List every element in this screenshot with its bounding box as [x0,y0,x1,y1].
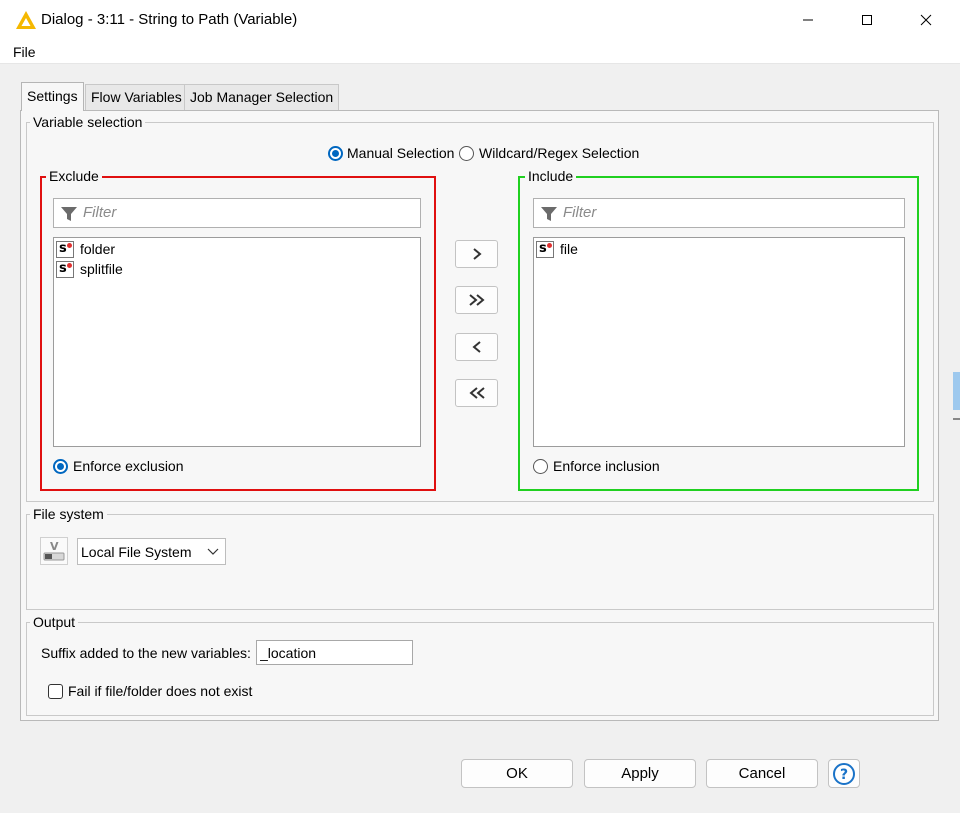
list-item[interactable]: s splitfile [56,259,123,279]
maximize-button[interactable] [838,0,896,40]
filter-icon [61,207,77,221]
apply-button[interactable]: Apply [584,759,696,788]
maximize-icon [862,15,872,25]
ok-button[interactable]: OK [461,759,573,788]
enforce-exclusion-radio[interactable] [53,459,68,474]
tab-job-manager-selection[interactable]: Job Manager Selection [184,84,340,110]
exclude-title: Exclude [46,168,102,184]
add-all-button[interactable] [455,286,498,314]
tab-settings[interactable]: Settings [21,82,84,111]
string-variable-icon: s [536,240,554,258]
flow-variable-icon: V [43,540,65,561]
enforce-inclusion-label[interactable]: Enforce inclusion [553,458,660,474]
flow-variable-button[interactable]: V [40,537,68,565]
chevron-left-icon [471,341,481,353]
fail-if-not-exist-checkbox[interactable] [48,684,63,699]
chevron-right-icon [472,248,482,260]
file-system-title: File system [30,506,107,522]
help-icon: ? [833,762,855,785]
remove-selected-button[interactable] [455,333,498,361]
exclude-filter-input[interactable]: Filter [53,198,421,228]
help-button[interactable]: ? [828,759,860,788]
add-selected-button[interactable] [455,240,498,268]
include-filter-placeholder: Filter [563,204,597,221]
exclude-filter-placeholder: Filter [83,204,117,221]
file-system-dropdown[interactable]: Local File System [77,538,226,565]
list-item-label: splitfile [80,261,123,277]
list-item-label: file [560,241,578,257]
output-title: Output [30,614,79,630]
suffix-label: Suffix added to the new variables: [41,645,251,661]
knime-warning-triangle-icon [15,10,37,30]
include-title: Include [525,168,577,184]
suffix-input[interactable] [256,640,413,665]
window-title: Dialog - 3:11 - String to Path (Variable… [41,11,298,28]
list-item[interactable]: s file [536,239,578,259]
wildcard-regex-selection-label[interactable]: Wildcard/Regex Selection [479,145,639,161]
string-variable-icon: s [56,240,74,258]
list-item[interactable]: s folder [56,239,115,259]
menu-bar [0,40,960,64]
enforce-inclusion-radio[interactable] [533,459,548,474]
exclude-list[interactable]: s folder s splitfile [53,237,421,447]
background-window-edge [953,372,960,410]
close-icon [920,14,932,26]
menu-file[interactable]: File [13,44,36,60]
manual-selection-radio[interactable] [328,146,343,161]
minimize-button[interactable] [779,0,837,40]
tab-flow-variables[interactable]: Flow Variables [85,84,188,110]
list-item-label: folder [80,241,116,257]
output-group [26,622,934,716]
include-list[interactable]: s file [533,237,905,447]
wildcard-regex-selection-radio[interactable] [459,146,474,161]
double-chevron-left-icon [468,387,485,399]
string-variable-icon: s [56,260,74,278]
variable-selection-title: Variable selection [30,114,146,130]
background-window-edge [953,418,960,420]
double-chevron-right-icon [468,294,485,306]
cancel-button[interactable]: Cancel [706,759,818,788]
file-system-selected: Local File System [81,544,192,560]
close-button[interactable] [897,0,955,40]
svg-text:V: V [50,540,59,553]
fail-if-not-exist-label[interactable]: Fail if file/folder does not exist [68,683,252,699]
minimize-icon [803,19,813,21]
enforce-exclusion-label[interactable]: Enforce exclusion [73,458,184,474]
chevron-down-icon [207,548,219,555]
remove-all-button[interactable] [455,379,498,407]
include-filter-input[interactable]: Filter [533,198,905,228]
svg-text:?: ? [840,767,848,783]
filter-icon [541,207,557,221]
manual-selection-label[interactable]: Manual Selection [347,145,454,161]
